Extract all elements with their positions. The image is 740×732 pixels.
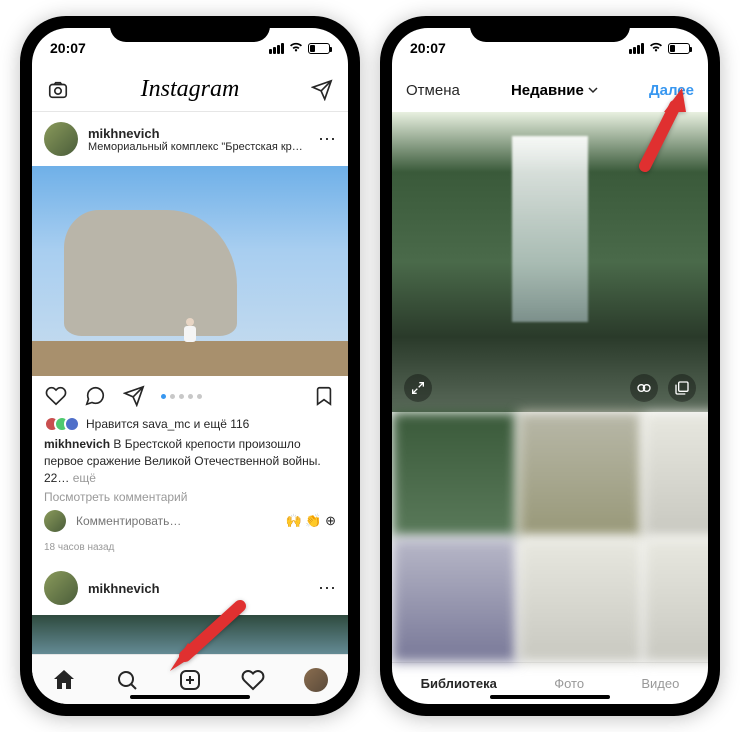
album-title: Недавние xyxy=(511,82,584,99)
comment-input[interactable] xyxy=(76,514,276,528)
cellular-icon xyxy=(629,43,644,54)
gallery-thumb[interactable] xyxy=(518,412,643,537)
post-image[interactable] xyxy=(32,615,348,654)
gallery-thumb[interactable] xyxy=(392,412,517,537)
picker-header: Отмена Недавние Далее xyxy=(392,68,708,112)
send-icon[interactable] xyxy=(310,78,334,102)
bookmark-icon[interactable] xyxy=(312,384,336,408)
post-meta: Нравится sava_mc и ещё 116 mikhnevich В … xyxy=(32,416,348,561)
avatar[interactable] xyxy=(44,571,78,605)
likes-text: Нравится sava_mc и ещё 116 xyxy=(86,417,249,431)
nav-activity-icon[interactable] xyxy=(240,667,266,693)
chevron-down-icon xyxy=(588,85,598,95)
preview-controls xyxy=(404,374,696,402)
more-icon[interactable]: ⋯ xyxy=(318,578,336,599)
caption-more[interactable]: ещё xyxy=(73,471,96,485)
nav-profile-icon[interactable] xyxy=(303,667,329,693)
tab-photo[interactable]: Фото xyxy=(554,676,584,691)
post-user-block[interactable]: mikhnevich Мемориальный комплекс "Брестс… xyxy=(88,126,308,153)
gallery-thumb[interactable] xyxy=(643,538,708,663)
like-avatars xyxy=(44,416,80,432)
feed-scroll[interactable]: mikhnevich Мемориальный комплекс "Брестс… xyxy=(32,112,348,654)
status-time: 20:07 xyxy=(410,40,470,56)
post-actions xyxy=(32,376,348,416)
camera-icon[interactable] xyxy=(46,78,70,102)
next-button[interactable]: Далее xyxy=(649,82,694,99)
multi-select-icon[interactable] xyxy=(668,374,696,402)
emoji-suggestions[interactable]: 🙌 👏 ⊕ xyxy=(286,513,337,529)
add-comment-row: 🙌 👏 ⊕ xyxy=(44,504,336,538)
comment-icon[interactable] xyxy=(83,384,107,408)
home-indicator[interactable] xyxy=(130,695,250,699)
nav-home-icon[interactable] xyxy=(51,667,77,693)
home-indicator[interactable] xyxy=(490,695,610,699)
expand-icon[interactable] xyxy=(404,374,432,402)
wifi-icon xyxy=(648,40,664,56)
status-indicators xyxy=(269,40,330,56)
post-location: Мемориальный комплекс "Брестская крепост… xyxy=(88,141,308,153)
boomerang-icon[interactable] xyxy=(630,374,658,402)
app-header: Instagram xyxy=(32,68,348,112)
post-header: mikhnevich Мемориальный комплекс "Брестс… xyxy=(32,112,348,166)
battery-icon xyxy=(308,43,330,54)
post-user-block[interactable]: mikhnevich xyxy=(88,581,308,596)
status-indicators xyxy=(629,40,690,56)
nav-add-icon[interactable] xyxy=(177,667,203,693)
more-icon[interactable]: ⋯ xyxy=(318,129,336,150)
notch xyxy=(470,16,630,42)
share-icon[interactable] xyxy=(122,384,146,408)
view-comments-link[interactable]: Посмотреть комментарий xyxy=(44,490,336,504)
screen-picker: 20:07 Отмена Недавние Далее xyxy=(392,28,708,704)
notch xyxy=(110,16,270,42)
wifi-icon xyxy=(288,40,304,56)
phone-left: 20:07 Instagram mikhnev xyxy=(20,16,360,716)
post-image[interactable] xyxy=(32,166,348,376)
post-timestamp: 18 часов назад xyxy=(44,542,336,553)
cancel-button[interactable]: Отмена xyxy=(406,82,460,99)
post-header: mikhnevich ⋯ xyxy=(32,561,348,615)
nav-search-icon[interactable] xyxy=(114,667,140,693)
photo-preview[interactable] xyxy=(392,112,708,412)
gallery-thumb[interactable] xyxy=(392,538,517,663)
caption-username[interactable]: mikhnevich xyxy=(44,437,110,451)
tab-library[interactable]: Библиотека xyxy=(421,676,497,691)
my-avatar-icon xyxy=(44,510,66,532)
tab-video[interactable]: Видео xyxy=(641,676,679,691)
status-time: 20:07 xyxy=(50,40,110,56)
album-dropdown[interactable]: Недавние xyxy=(511,82,598,99)
post-caption: mikhnevich В Брестской крепости произошл… xyxy=(44,436,336,486)
carousel-dots xyxy=(161,394,297,399)
cellular-icon xyxy=(269,43,284,54)
gallery-grid[interactable] xyxy=(392,412,708,662)
phone-right: 20:07 Отмена Недавние Далее xyxy=(380,16,720,716)
gallery-thumb[interactable] xyxy=(643,412,708,537)
gallery-thumb[interactable] xyxy=(518,538,643,663)
app-logo: Instagram xyxy=(141,76,240,103)
screen-feed: 20:07 Instagram mikhnev xyxy=(32,28,348,704)
battery-icon xyxy=(668,43,690,54)
like-icon[interactable] xyxy=(44,384,68,408)
post-username: mikhnevich xyxy=(88,581,308,596)
likes-row[interactable]: Нравится sava_mc и ещё 116 xyxy=(44,416,336,432)
avatar[interactable] xyxy=(44,122,78,156)
post-username: mikhnevich xyxy=(88,126,308,141)
